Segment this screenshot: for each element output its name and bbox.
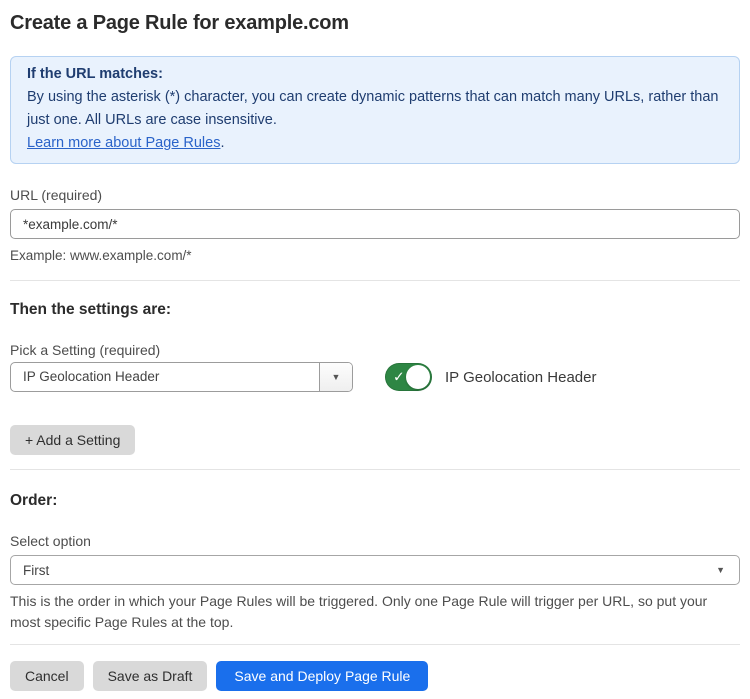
settings-section-heading: Then the settings are: — [10, 301, 740, 319]
divider — [10, 644, 740, 645]
page-rule-form: Create a Page Rule for example.com If th… — [0, 12, 750, 691]
chevron-down-icon: ▼ — [716, 566, 725, 575]
toggle-group: ✓ IP Geolocation Header — [385, 363, 597, 391]
order-section-heading: Order: — [10, 492, 740, 510]
setting-dropdown-value: IP Geolocation Header — [11, 363, 319, 391]
info-box-body: By using the asterisk (*) character, you… — [27, 86, 723, 132]
pick-setting-label: Pick a Setting (required) — [10, 342, 740, 358]
setting-row: IP Geolocation Header ▼ ✓ IP Geolocation… — [10, 362, 740, 392]
chevron-down-icon: ▼ — [332, 373, 341, 382]
page-title: Create a Page Rule for example.com — [10, 12, 740, 35]
divider — [10, 280, 740, 281]
url-match-info-box: If the URL matches: By using the asteris… — [10, 56, 740, 164]
toggle-knob — [406, 365, 430, 389]
order-select-value: First — [11, 563, 716, 578]
order-helper-text: This is the order in which your Page Rul… — [10, 591, 740, 633]
url-field-label: URL (required) — [10, 187, 740, 203]
link-suffix: . — [220, 135, 224, 151]
select-option-label: Select option — [10, 533, 740, 549]
learn-more-link[interactable]: Learn more about Page Rules — [27, 135, 220, 151]
add-setting-button[interactable]: + Add a Setting — [10, 425, 135, 455]
toggle-label: IP Geolocation Header — [445, 369, 597, 386]
setting-dropdown-button[interactable]: ▼ — [319, 363, 352, 391]
info-box-link-line: Learn more about Page Rules. — [27, 132, 723, 155]
setting-dropdown[interactable]: IP Geolocation Header ▼ — [10, 362, 353, 392]
order-select[interactable]: First ▼ — [10, 555, 740, 585]
ip-geolocation-toggle[interactable]: ✓ — [385, 363, 432, 391]
divider — [10, 469, 740, 470]
url-example-helper: Example: www.example.com/* — [10, 245, 740, 266]
url-input[interactable] — [10, 209, 740, 239]
check-icon: ✓ — [393, 370, 405, 384]
info-box-heading: If the URL matches: — [27, 63, 723, 86]
